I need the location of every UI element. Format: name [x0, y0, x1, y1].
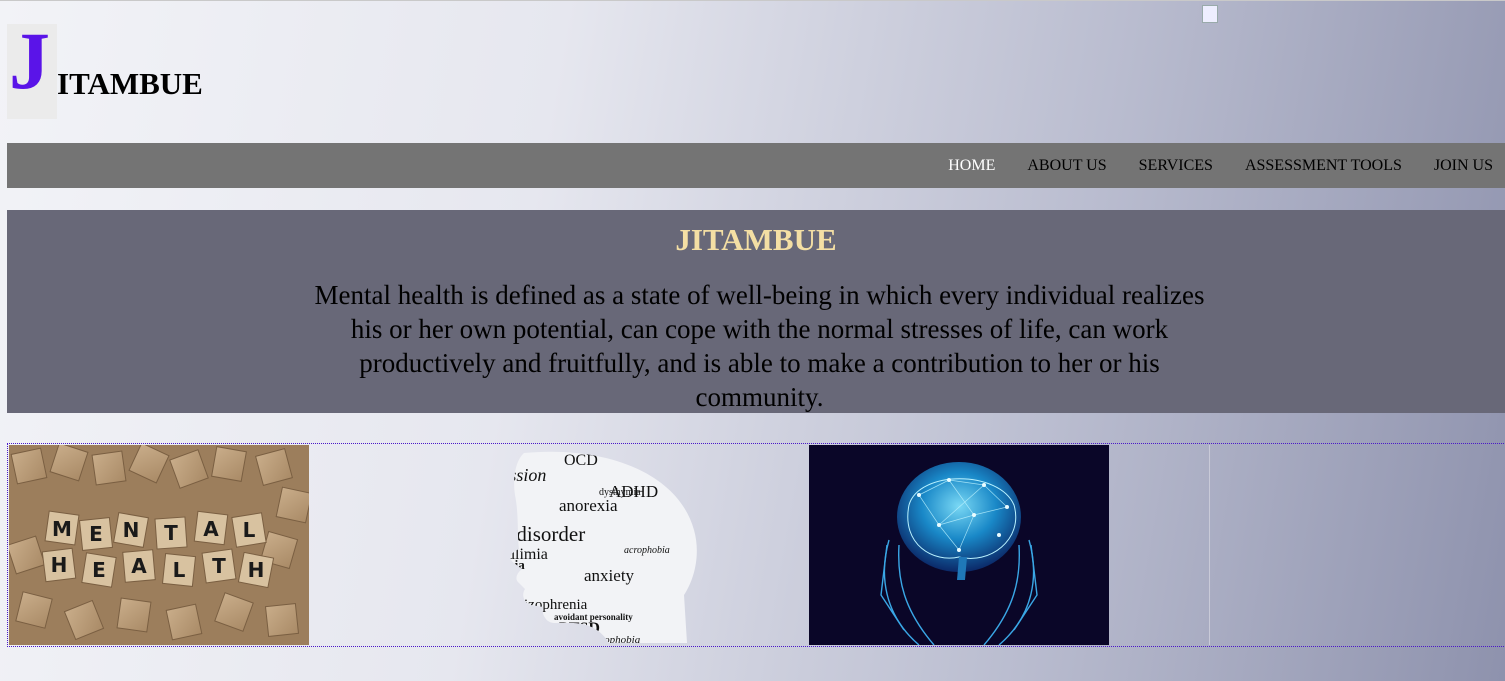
nav-item-services[interactable]: SERVICES [1139, 157, 1213, 175]
word-claustrophobia: claustrophobia [574, 634, 641, 645]
top-border [0, 0, 1505, 1]
word-hypersomnia: hypersomnia [454, 522, 496, 531]
word-ptsd: PTSD [559, 620, 600, 637]
word-depression: depression [469, 465, 546, 485]
gallery-image-broken[interactable] [1209, 445, 1212, 645]
word-panic: panic [454, 512, 484, 527]
word-ocd: OCD [564, 452, 598, 469]
word-schizophrenia: schizophrenia [504, 597, 588, 613]
word-addiction: addiction [454, 577, 515, 593]
gallery-image-wordcloud[interactable]: OCD depression dysthymia bipolar ADHD an… [309, 445, 809, 645]
logo-text: ITAMBUE [57, 66, 203, 101]
tile-letter: T [212, 554, 226, 578]
nav-item-home[interactable]: HOME [948, 157, 995, 175]
broken-image-icon [1202, 5, 1218, 23]
nav-list: HOME ABOUT US SERVICES ASSESSMENT TOOLS … [948, 143, 1493, 188]
word-mental-disorder: mental disorder [454, 522, 585, 546]
tile-letter: E [89, 522, 103, 546]
tile-letter: H [51, 553, 68, 577]
gallery-image-brain-hands[interactable] [809, 445, 1109, 645]
main-navbar: HOME ABOUT US SERVICES ASSESSMENT TOOLS … [7, 143, 1505, 188]
word-bipolar: bipolar [454, 491, 511, 512]
image-gallery: M E N T A L H E A L T H OCD depression d… [7, 443, 1504, 647]
tile-letter: N [123, 518, 140, 542]
word-avoidant-personality: avoidant personality [554, 612, 633, 622]
tile-letter: T [164, 521, 178, 545]
tile-letter: L [173, 558, 186, 582]
brain-hands-image [809, 445, 1109, 645]
tile-letter: A [131, 554, 147, 578]
tile-letter: A [203, 517, 219, 541]
gallery-image-scrabble[interactable]: M E N T A L H E A L T H [9, 445, 309, 645]
word-anorexia: anorexia [559, 496, 618, 515]
tile-letter: E [92, 558, 106, 582]
word-acrophobia: acrophobia [624, 545, 670, 556]
logo-initial: J [9, 15, 50, 106]
scrabble-image: M E N T A L H E A L T H [9, 445, 309, 645]
wordcloud-image: OCD depression dysthymia bipolar ADHD an… [454, 451, 697, 645]
word-cyclothymia: cyclothymia [459, 595, 499, 604]
nav-item-about-us[interactable]: ABOUT US [1027, 157, 1106, 175]
hero-text: Mental health is defined as a state of w… [314, 280, 1205, 412]
word-anxiety: anxiety [584, 566, 635, 585]
tile-letter: L [243, 518, 256, 542]
site-logo[interactable]: J ITAMBUE [7, 20, 267, 119]
word-parasomnia: parasomnia [459, 557, 525, 572]
tile-letter: M [52, 517, 72, 541]
nav-item-assessment-tools[interactable]: ASSESSMENT TOOLS [1245, 157, 1402, 175]
nav-item-join-us[interactable]: JOIN US [1434, 157, 1493, 175]
hero-title: JITAMBUE [675, 222, 837, 257]
hero-banner: JITAMBUE Mental health is defined as a s… [7, 210, 1505, 413]
word-dementia: dementia [459, 554, 489, 563]
tile-letter: H [248, 558, 265, 582]
